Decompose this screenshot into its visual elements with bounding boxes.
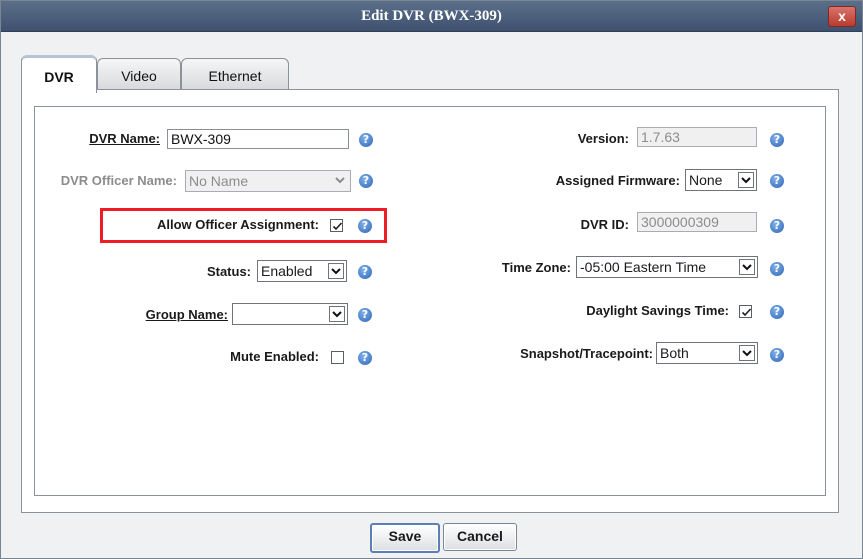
officer-name-value: No Name xyxy=(189,173,249,189)
status-select[interactable]: Enabled xyxy=(257,260,347,282)
daylight-savings-help-icon[interactable]: ? xyxy=(770,305,784,319)
mute-enabled-help-icon[interactable]: ? xyxy=(358,351,372,365)
close-icon[interactable]: x xyxy=(828,6,856,27)
status-label: Status: xyxy=(206,264,251,279)
group-name-label: Group Name: xyxy=(145,307,228,322)
chevron-down-icon xyxy=(332,173,348,189)
firmware-value: None xyxy=(689,172,723,188)
officer-name-help-icon[interactable]: ? xyxy=(359,174,373,188)
dvr-name-help-icon[interactable]: ? xyxy=(359,133,373,147)
dvr-id-label: DVR ID: xyxy=(580,217,629,232)
tab-dvr[interactable]: DVR xyxy=(21,55,97,93)
snapshot-help-icon[interactable]: ? xyxy=(770,348,784,362)
firmware-select[interactable]: None xyxy=(685,169,757,191)
chevron-down-icon xyxy=(738,172,754,188)
officer-name-select[interactable]: No Name xyxy=(185,170,351,192)
chevron-down-icon xyxy=(739,259,755,275)
time-zone-label: Time Zone: xyxy=(501,260,571,275)
version-help-icon[interactable]: ? xyxy=(770,133,784,147)
group-name-select[interactable] xyxy=(232,303,348,325)
firmware-help-icon[interactable]: ? xyxy=(770,174,784,188)
snapshot-value: Both xyxy=(660,345,689,361)
cancel-button[interactable]: Cancel xyxy=(443,523,517,551)
dvr-name-label: DVR Name: xyxy=(89,131,160,146)
title-bar: Edit DVR (BWX-309) x xyxy=(1,1,862,32)
chevron-down-icon xyxy=(329,306,345,322)
version-label: Version: xyxy=(577,131,629,146)
tab-ethernet[interactable]: Ethernet xyxy=(181,58,289,90)
tab-video[interactable]: Video xyxy=(97,58,181,90)
save-button[interactable]: Save xyxy=(370,523,440,553)
time-zone-help-icon[interactable]: ? xyxy=(770,262,784,276)
chevron-down-icon xyxy=(328,263,344,279)
time-zone-value: -05:00 Eastern Time xyxy=(580,259,707,275)
dialog-title: Edit DVR (BWX-309) xyxy=(361,8,502,24)
snapshot-select[interactable]: Both xyxy=(656,342,758,364)
daylight-savings-label: Daylight Savings Time: xyxy=(586,303,729,318)
group-name-help-icon[interactable]: ? xyxy=(358,308,372,322)
edit-dvr-dialog: Edit DVR (BWX-309) x DVR Video Ethernet … xyxy=(0,0,863,559)
dvr-id-field: 3000000309 xyxy=(637,212,757,232)
time-zone-select[interactable]: -05:00 Eastern Time xyxy=(576,256,758,278)
chevron-down-icon xyxy=(739,345,755,361)
daylight-savings-checkbox[interactable] xyxy=(739,305,752,318)
dvr-name-field[interactable]: BWX-309 xyxy=(167,129,349,149)
status-help-icon[interactable]: ? xyxy=(358,265,372,279)
highlight-box xyxy=(100,208,387,243)
dvr-id-help-icon[interactable]: ? xyxy=(770,219,784,233)
status-value: Enabled xyxy=(261,263,313,279)
version-field: 1.7.63 xyxy=(637,127,757,147)
snapshot-label: Snapshot/Tracepoint: xyxy=(520,346,653,361)
officer-name-label: DVR Officer Name: xyxy=(60,173,177,188)
mute-enabled-label: Mute Enabled: xyxy=(230,349,319,364)
mute-enabled-checkbox[interactable] xyxy=(331,351,344,364)
firmware-label: Assigned Firmware: xyxy=(555,173,680,188)
